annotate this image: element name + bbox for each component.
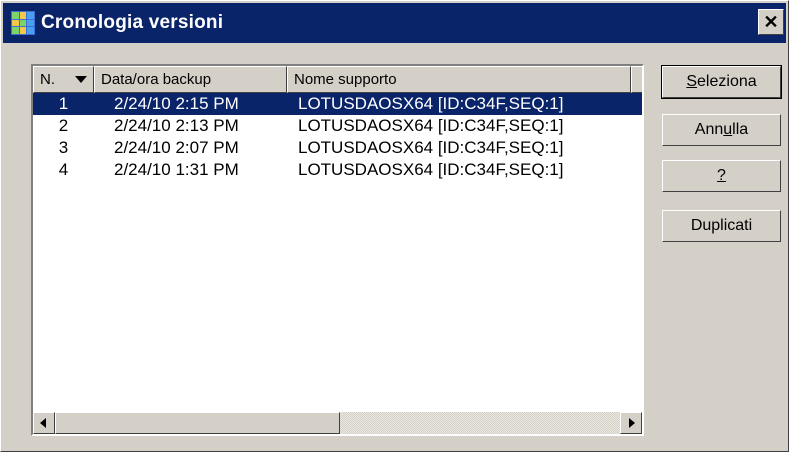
close-button[interactable]: ✕: [758, 9, 784, 35]
scroll-right-arrow-icon[interactable]: [620, 412, 642, 434]
row-backup-date: 2/24/10 2:13 PM: [114, 116, 239, 135]
column-header-media-name[interactable]: Nome supporto: [287, 66, 631, 93]
sort-descending-icon: [75, 76, 87, 83]
duplicates-button[interactable]: Duplicati: [662, 210, 781, 242]
help-button[interactable]: ?: [662, 160, 781, 192]
row-number: 2: [58, 116, 69, 135]
list-row[interactable]: 1 2/24/10 2:15 PM LOTUSDAOSX64 [ID:C34F,…: [33, 93, 642, 115]
list-row[interactable]: 2 2/24/10 2:13 PM LOTUSDAOSX64 [ID:C34F,…: [33, 115, 642, 137]
horizontal-scrollbar[interactable]: [33, 412, 642, 434]
list-row[interactable]: 4 2/24/10 1:31 PM LOTUSDAOSX64 [ID:C34F,…: [33, 159, 642, 181]
version-history-dialog: Cronologia versioni ✕ N. Data/ora backup…: [0, 0, 789, 452]
column-header-backup-date[interactable]: Data/ora backup: [94, 66, 287, 93]
row-backup-date: 2/24/10 2:07 PM: [114, 138, 239, 157]
select-button[interactable]: Seleziona: [661, 65, 782, 99]
list-header: N. Data/ora backup Nome supporto: [33, 66, 642, 93]
backup-version-list[interactable]: N. Data/ora backup Nome supporto 1 2/24/…: [31, 64, 644, 436]
row-number: 1: [58, 94, 69, 113]
row-media-name: LOTUSDAOSX64 [ID:C34F,SEQ:1]: [298, 138, 564, 157]
list-rows: 1 2/24/10 2:15 PM LOTUSDAOSX64 [ID:C34F,…: [33, 93, 642, 181]
close-icon: ✕: [763, 11, 779, 32]
column-header-number[interactable]: N.: [33, 66, 94, 93]
list-row[interactable]: 3 2/24/10 2:07 PM LOTUSDAOSX64 [ID:C34F,…: [33, 137, 642, 159]
cancel-button[interactable]: Ann u lla: [662, 114, 781, 146]
row-backup-date: 2/24/10 2:15 PM: [114, 94, 239, 113]
row-number: 3: [58, 138, 69, 157]
row-media-name: LOTUSDAOSX64 [ID:C34F,SEQ:1]: [298, 94, 564, 113]
scrollbar-thumb[interactable]: [55, 412, 340, 434]
title-bar[interactable]: Cronologia versioni ✕: [3, 3, 786, 43]
row-media-name: LOTUSDAOSX64 [ID:C34F,SEQ:1]: [298, 116, 564, 135]
column-header-extra[interactable]: [631, 66, 642, 93]
row-number: 4: [58, 160, 69, 179]
row-media-name: LOTUSDAOSX64 [ID:C34F,SEQ:1]: [298, 160, 564, 179]
window-title: Cronologia versioni: [41, 12, 224, 33]
scroll-left-arrow-icon[interactable]: [33, 412, 55, 434]
app-icon: [11, 11, 35, 35]
row-backup-date: 2/24/10 1:31 PM: [114, 160, 239, 179]
